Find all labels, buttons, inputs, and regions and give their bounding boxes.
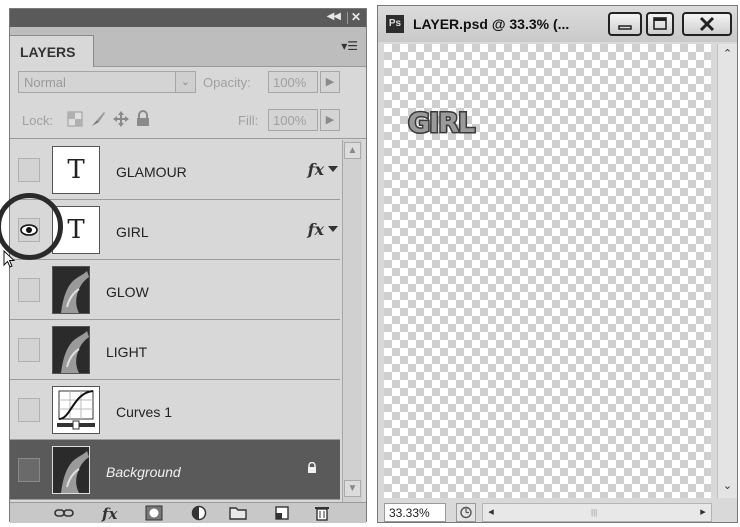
layers-panel: ◀◀ ✕ LAYERS ▾☰ Normal ⌄ Opacity: 100% ▶ … [9,8,367,523]
layer-name: GIRL [116,224,149,240]
image-layer-thumbnail [52,266,90,314]
close-icon[interactable]: ✕ [351,10,361,24]
minimize-icon [618,25,632,30]
layer-row-curves[interactable]: Curves 1 [10,380,340,440]
fill-input[interactable]: 100% [268,109,318,131]
link-layers-icon[interactable] [54,505,74,521]
scroll-down-icon[interactable]: ⌄ [719,478,736,495]
maximize-button[interactable] [646,12,674,36]
layers-list: T GLAMOUR fx T GIRL fx GLOW LIGHT Curves… [10,140,340,502]
document-canvas[interactable]: GIRL [384,44,711,498]
curves-adjustment-icon [52,386,100,434]
tab-layers[interactable]: LAYERS [10,35,94,67]
adjustment-layer-icon[interactable] [190,505,210,521]
scroll-up-icon[interactable]: ▲ [344,142,361,159]
scroll-thumb-grip[interactable]: ||| [591,504,597,521]
layer-name: Background [106,464,181,480]
panel-menu-icon[interactable]: ▾☰ [341,39,358,53]
opacity-input[interactable]: 100% [268,71,318,93]
status-info-icon[interactable] [456,503,476,522]
lock-image-pixels-icon[interactable] [89,110,107,128]
mouse-cursor-icon [3,250,15,268]
fx-icon[interactable]: fx [308,160,324,179]
scroll-left-icon[interactable]: ◂ [483,504,499,521]
expand-effects-icon[interactable] [328,226,338,232]
visibility-toggle[interactable] [18,278,40,302]
lock-all-icon[interactable] [134,110,152,128]
scroll-right-icon[interactable]: ▸ [695,504,711,521]
panel-bottom-toolbar: fx [10,502,366,523]
layer-name: LIGHT [106,344,148,360]
visibility-toggle[interactable] [18,158,40,182]
layer-name: GLOW [106,284,149,300]
divider [347,12,348,24]
lock-fill-row: Lock: Fill: 100% ▶ [10,99,366,139]
visibility-toggle[interactable] [18,458,40,482]
horizontal-scrollbar[interactable]: ◂ ||| ▸ [482,503,712,522]
double-chevron-left-icon[interactable]: ◀◀ [327,11,341,22]
trash-icon[interactable] [312,505,332,521]
vertical-scrollbar[interactable]: ⌃ ⌄ [717,44,737,498]
group-folder-icon[interactable] [228,505,248,521]
layer-row-glow[interactable]: GLOW [10,260,340,320]
canvas-girl-text: GIRL [406,107,476,141]
lock-transparent-pixels-icon[interactable] [66,110,84,128]
blend-mode-value: Normal [24,75,66,90]
panel-top-bar: ◀◀ ✕ [10,9,366,27]
lock-label: Lock: [22,113,54,128]
close-icon [699,16,715,32]
visibility-toggle[interactable] [18,398,40,422]
layer-row-light[interactable]: LIGHT [10,320,340,380]
document-title-bar[interactable]: Ps LAYER.psd @ 33.3% (... [378,6,737,42]
blend-opacity-row: Normal ⌄ Opacity: 100% ▶ [10,67,366,99]
opacity-slider-arrow-icon[interactable]: ▶ [320,71,340,93]
close-button[interactable] [682,12,732,36]
layer-name: Curves 1 [116,404,173,420]
scroll-up-icon[interactable]: ⌃ [719,46,736,63]
fill-slider-arrow-icon[interactable]: ▶ [320,109,340,131]
lock-icon [308,462,316,473]
layers-scrollbar[interactable]: ▲ ▼ [342,140,362,502]
add-mask-icon[interactable] [144,505,164,521]
panel-tab-row: LAYERS ▾☰ [10,27,366,67]
maximize-icon [653,17,667,30]
layer-row-glamour[interactable]: T GLAMOUR fx [10,140,340,200]
scroll-down-icon[interactable]: ▼ [344,480,361,497]
opacity-label: Opacity: [203,75,251,90]
photoshop-app-icon: Ps [386,15,404,33]
zoom-level-input[interactable]: 33.33% [384,503,446,522]
fill-label: Fill: [238,113,259,128]
lock-position-icon[interactable] [112,110,130,128]
layer-row-background[interactable]: Background [10,440,340,500]
document-title: LAYER.psd @ 33.3% (... [413,16,570,32]
blend-mode-select[interactable]: Normal ⌄ [18,71,196,93]
fx-icon[interactable]: fx [308,220,324,239]
document-window: Ps LAYER.psd @ 33.3% (... GIRL ⌃ ⌄ 33.33… [377,5,738,523]
text-layer-thumbnail: T [52,146,100,194]
chevron-down-icon[interactable]: ⌄ [175,72,195,92]
image-layer-thumbnail [52,446,90,494]
expand-effects-icon[interactable] [328,166,338,172]
new-layer-icon[interactable] [272,505,292,521]
visibility-toggle[interactable] [18,338,40,362]
layer-name: GLAMOUR [116,164,187,180]
document-status-bar: 33.33% ◂ ||| ▸ [378,500,737,522]
fx-icon[interactable]: fx [102,505,122,523]
minimize-button[interactable] [608,12,642,36]
image-layer-thumbnail [52,326,90,374]
